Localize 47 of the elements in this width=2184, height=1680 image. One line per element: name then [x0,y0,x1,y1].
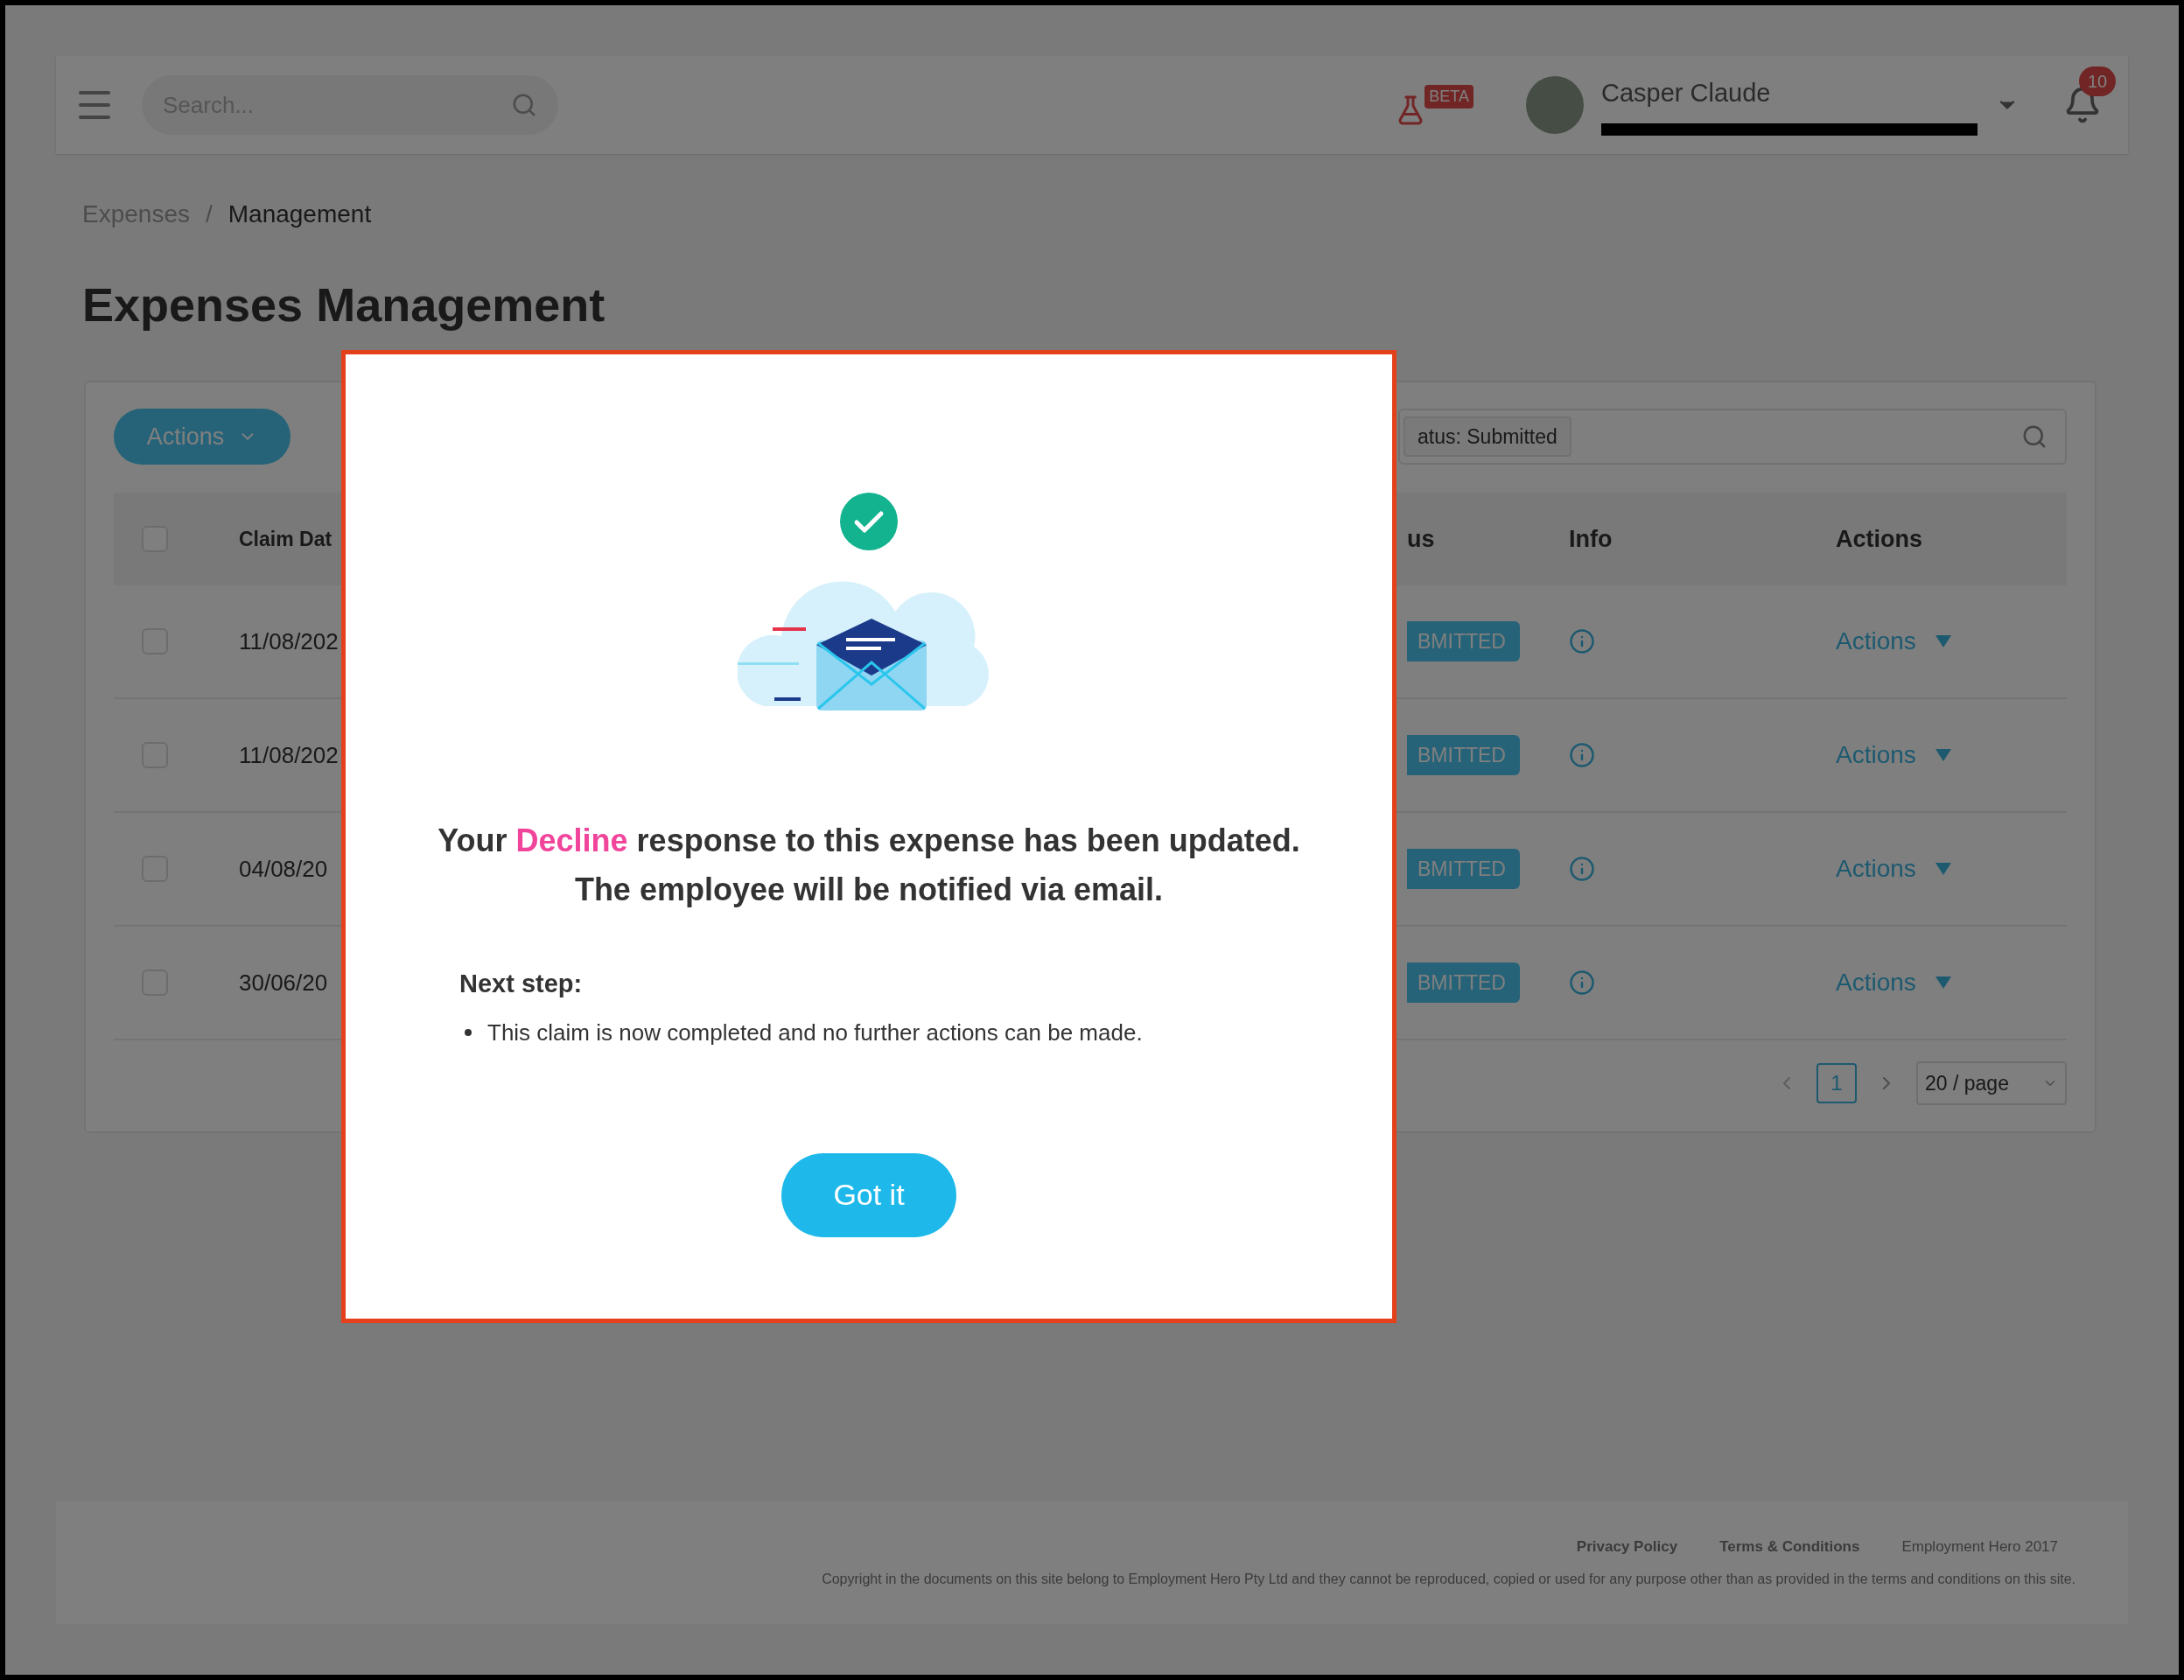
table-cell-text: 30/06/20 [239,968,329,998]
status-badge: BMITTED [1407,734,1520,776]
page-size-select[interactable]: 20 / page [1916,1061,2067,1105]
actions-dropdown[interactable]: Actions [1836,850,1951,887]
breadcrumb-separator: / [205,200,213,229]
status-badge: BMITTED [1407,962,1520,1004]
status-badge: BMITTED [1407,620,1520,662]
beta-badge: BETA [1424,84,1474,108]
next-step-heading: Next step: [459,969,584,999]
bullet-icon [465,1029,472,1036]
column-header: us [1407,524,1436,554]
user-name: Casper Claude [1601,78,1772,109]
next-step-text: This claim is now completed and no further actions can be made. [487,1018,1143,1047]
breadcrumb-item[interactable]: Management [228,196,372,233]
footer-link[interactable]: Terms & Conditions [1719,1536,1860,1558]
column-header: Claim Dat [239,526,333,552]
table-cell-text: 11/08/202 [239,626,340,656]
actions-dropdown[interactable]: Actions [1836,964,1951,1001]
info-icon[interactable] [1569,742,1595,768]
search-icon[interactable] [2021,424,2048,450]
page-button[interactable]: 1 [1816,1063,1857,1103]
column-header: Actions [1836,524,1922,554]
column-header: Info [1569,524,1614,554]
info-icon[interactable] [1569,970,1595,996]
actions-dropdown[interactable]: Actions [1836,623,1951,660]
filter-tag[interactable]: atus: Submitted [1404,416,1572,458]
notification-badge: 10 [2079,66,2117,96]
info-icon[interactable] [1569,628,1595,654]
info-icon[interactable] [1569,856,1595,882]
table-cell-text: 11/08/202 [239,740,340,770]
caret-icon [1935,863,1951,875]
caret-icon [1935,749,1951,761]
caret-icon [1935,976,1951,989]
copyright-text: Copyright in the documents on this site belong to Employment Hero Pty Ltd and they cannot be reproduced, copied or used for any purpose other than as provided in the terms and conditions on this site. [822,1570,2076,1588]
footer-link[interactable]: Privacy Policy [1576,1536,1678,1558]
search-icon[interactable] [511,92,537,118]
filter-field[interactable]: atus: Submitted [1398,409,2067,465]
actions-dropdown[interactable]: Actions [1836,737,1951,774]
dialog-message: Your Decline response to this expense has been updated. The employee will be notified via email. [438,822,1300,909]
actions-button[interactable]: Actions [114,409,290,465]
footer-brand: Employment Hero 2017 [1901,1537,2058,1558]
check-circle-icon [840,493,898,550]
page-title: Expenses Management [82,277,606,332]
caret-icon [1935,635,1951,648]
table-cell-text: 04/08/20 [239,854,329,884]
status-badge: BMITTED [1407,848,1520,890]
got-it-button[interactable]: Got it [781,1152,956,1237]
